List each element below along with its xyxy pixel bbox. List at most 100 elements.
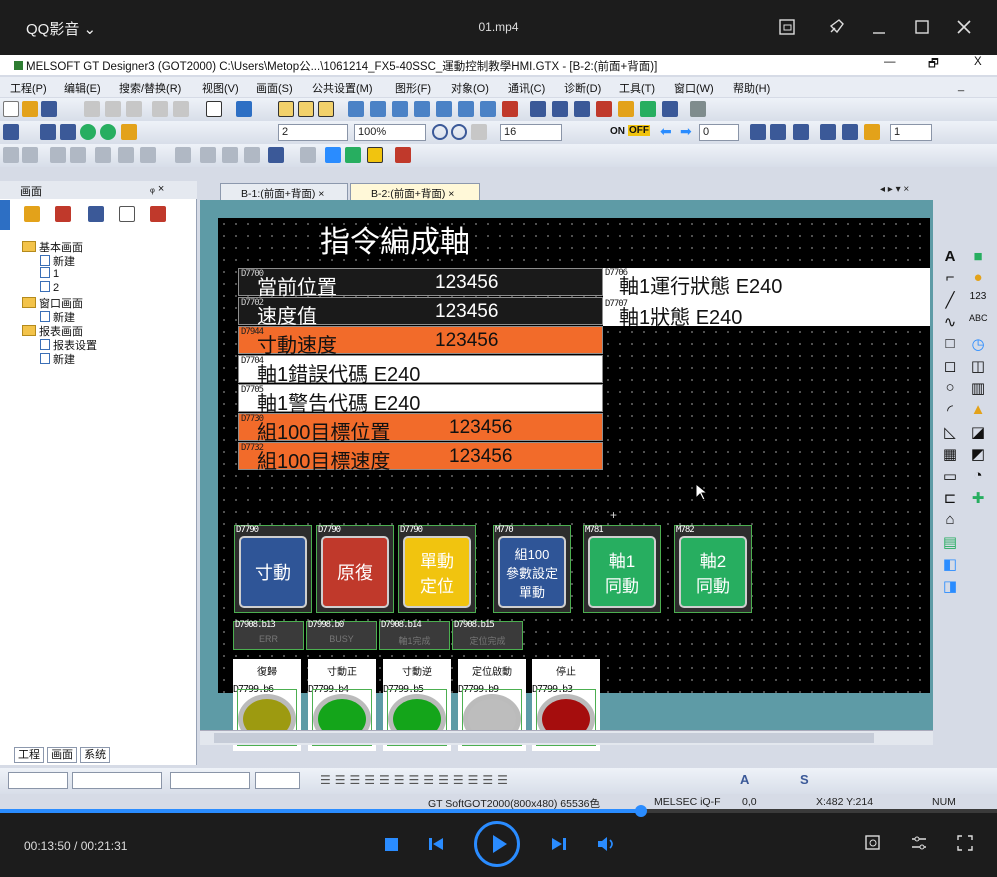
menu-diagnostics[interactable]: 诊断(D): [564, 80, 601, 96]
tab-screen[interactable]: 画面: [47, 747, 78, 763]
hmi-row-target-position[interactable]: D7730 組100目標位置 123456: [238, 413, 603, 444]
seek-bar[interactable]: [0, 809, 997, 813]
flip-icon-2[interactable]: [200, 147, 216, 163]
seek-handle[interactable]: [635, 805, 648, 817]
mdi-controls[interactable]: _: [958, 80, 964, 92]
menu-view[interactable]: 视图(V): [202, 80, 239, 96]
paste-icon[interactable]: [126, 101, 142, 117]
tree-base-1[interactable]: 1: [40, 267, 59, 280]
grid-select[interactable]: 16: [500, 124, 562, 141]
menu-help[interactable]: 帮助(H): [733, 80, 770, 96]
comment-display-icon[interactable]: ◫: [969, 357, 987, 375]
pin-icon[interactable]: [823, 14, 849, 40]
help-icon[interactable]: [236, 101, 252, 117]
screen-icon-1[interactable]: [278, 101, 294, 117]
menu-screen[interactable]: 画面(S): [256, 80, 293, 96]
menu-figure[interactable]: 图形(F): [395, 80, 431, 96]
figure-icon[interactable]: [395, 147, 411, 163]
panel-image-icon[interactable]: [150, 206, 166, 222]
clock-tool-icon[interactable]: ◷: [969, 335, 987, 353]
arrow-up-icon[interactable]: [325, 147, 341, 163]
id-icon[interactable]: [793, 124, 809, 140]
point-icon[interactable]: [300, 147, 316, 163]
table-tool-icon[interactable]: ▦: [941, 445, 959, 463]
parts-tool-icon[interactable]: ◨: [941, 577, 959, 595]
script-icon[interactable]: [458, 101, 474, 117]
ungroup-icon[interactable]: [70, 147, 86, 163]
on-state-icon[interactable]: [80, 124, 96, 140]
align-icon[interactable]: [3, 147, 19, 163]
flip-icon-3[interactable]: [222, 147, 238, 163]
monitor-icon[interactable]: [662, 101, 678, 117]
hmi-row-speed[interactable]: D7702 速度值 123456: [238, 297, 603, 328]
circle-tool-icon[interactable]: ○: [941, 379, 959, 396]
menu-object[interactable]: 对象(O): [451, 80, 489, 96]
play-icon[interactable]: [474, 821, 520, 867]
lock-icon[interactable]: [596, 101, 612, 117]
zoom-select[interactable]: 100%: [354, 124, 426, 141]
home-button[interactable]: D7790 原復: [316, 525, 394, 613]
hmi-row-target-speed[interactable]: D7732 組100目標速度 123456: [238, 442, 603, 473]
minimize-icon[interactable]: [866, 14, 892, 40]
shadow-text-button[interactable]: S: [800, 772, 809, 787]
font-color-button[interactable]: A: [740, 772, 749, 787]
recipe-icon[interactable]: [436, 101, 452, 117]
hmi-axis-state[interactable]: D7707 軸1狀態 E240: [603, 299, 753, 329]
side-tab[interactable]: [0, 200, 10, 230]
arc-tool-icon[interactable]: ◜: [941, 401, 959, 419]
prev-icon[interactable]: [428, 836, 444, 857]
new-icon[interactable]: [3, 101, 19, 117]
align-icon-2[interactable]: [22, 147, 38, 163]
stop-icon[interactable]: [385, 838, 398, 851]
graph-tool-icon[interactable]: ◪: [969, 423, 987, 441]
tree-base-2[interactable]: 2: [40, 281, 59, 294]
screenshot-icon[interactable]: [774, 14, 800, 40]
options-icon[interactable]: [690, 101, 706, 117]
line-tool-icon[interactable]: ╱: [941, 291, 959, 309]
tab-system[interactable]: 系统: [80, 747, 111, 763]
plus-tool-icon[interactable]: ✚: [969, 489, 987, 507]
menu-common-settings[interactable]: 公共设置(M): [312, 80, 373, 96]
flip-icon[interactable]: [175, 147, 191, 163]
trigger-icon[interactable]: [502, 101, 518, 117]
align-buttons[interactable]: ☰☰☰☰☰☰☰☰☰☰☰☰☰: [320, 773, 512, 787]
layer-select[interactable]: 2: [278, 124, 348, 141]
menu-search-replace[interactable]: 搜索/替换(R): [119, 80, 181, 96]
tab-project[interactable]: 工程: [14, 747, 44, 763]
stack-icon[interactable]: [40, 124, 56, 140]
off-button[interactable]: OFF: [628, 125, 650, 136]
paint-tool-icon[interactable]: ⌂: [941, 511, 959, 528]
panel-new-icon[interactable]: [24, 206, 40, 222]
horizontal-scrollbar[interactable]: [200, 730, 933, 745]
meter-tool-icon[interactable]: ◔: [969, 467, 987, 484]
tab-b2[interactable]: B-2:(前面+背面) ×: [350, 183, 480, 200]
transfer-icon-3[interactable]: [574, 101, 590, 117]
window-restore-button[interactable]: 🗗: [928, 56, 939, 75]
mirror-icon[interactable]: [244, 147, 260, 163]
image-icon[interactable]: [864, 124, 880, 140]
alarm-icon[interactable]: [392, 101, 408, 117]
window-icon[interactable]: [60, 124, 76, 140]
redo-icon[interactable]: [173, 101, 189, 117]
hmi-row-warning-code[interactable]: D7705 軸1警告代碼 E240: [238, 384, 603, 415]
save-icon[interactable]: [41, 101, 57, 117]
dev-icon[interactable]: [750, 124, 766, 140]
polygon-tool-icon[interactable]: ◻: [941, 357, 959, 375]
tree-report-new[interactable]: 新建: [40, 351, 75, 367]
menu-communication[interactable]: 通讯(C): [508, 80, 545, 96]
ascii-tool-icon[interactable]: ABC: [969, 313, 988, 323]
hmi-screen[interactable]: 指令編成軸 D7700 當前位置 123456 D7702 速度值 123456…: [218, 218, 930, 751]
group-param-button[interactable]: M770 組100 參數設定 單動: [493, 525, 571, 613]
fit-icon[interactable]: [471, 124, 487, 140]
polyline-tool-icon[interactable]: ∿: [941, 313, 959, 331]
panel-delete-icon[interactable]: [55, 206, 71, 222]
arrow-left-icon[interactable]: ⬅: [660, 123, 672, 140]
hmi-row-current-position[interactable]: D7700 當前位置 123456: [238, 268, 603, 299]
hmi-run-state[interactable]: D7706 軸1運行狀態 E240: [603, 268, 803, 298]
comment-tool-icon[interactable]: ⌐: [941, 269, 959, 286]
palette-icon[interactable]: [618, 101, 634, 117]
hmi-row-error-code[interactable]: D7704 軸1錯誤代碼 E240: [238, 355, 603, 386]
menu-window[interactable]: 窗口(W): [674, 80, 714, 96]
single-position-button[interactable]: D7790 單動 定位: [398, 525, 476, 613]
panel-property-icon[interactable]: [88, 206, 104, 222]
